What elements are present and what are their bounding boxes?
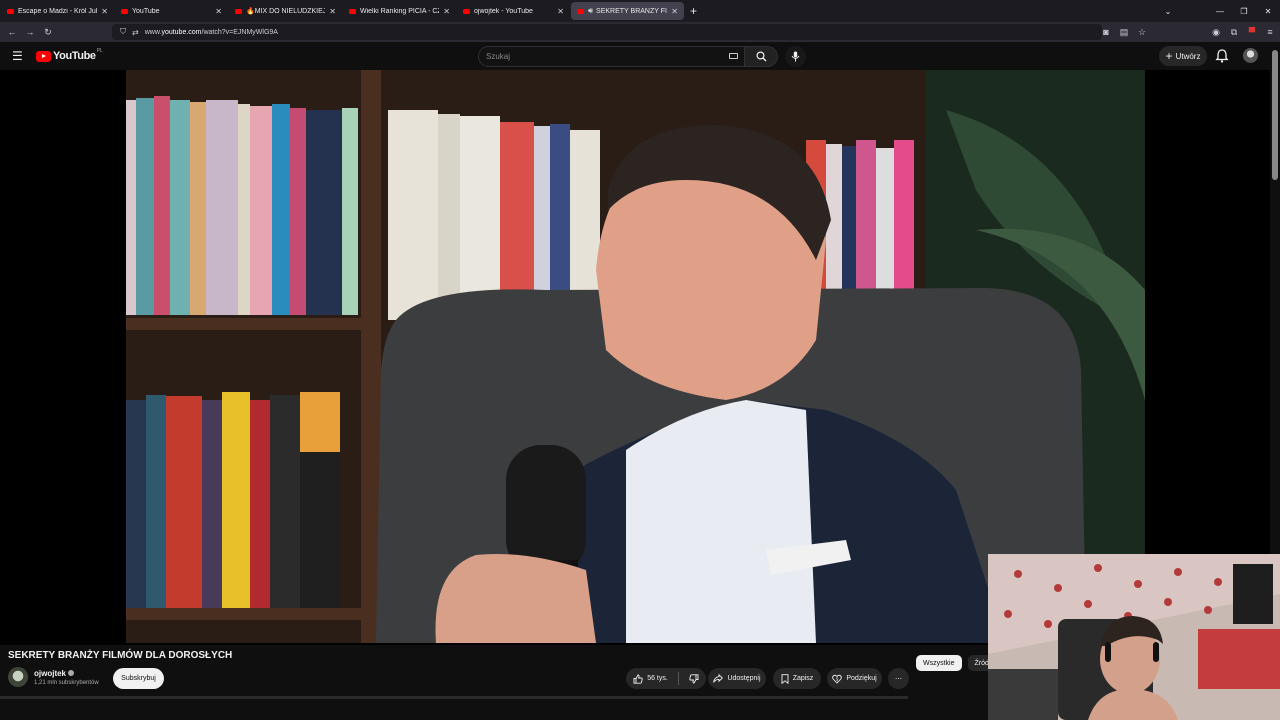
- microphone-icon: [791, 51, 800, 62]
- tab-close-icon[interactable]: ✕: [557, 7, 564, 16]
- youtube-favicon-icon: [463, 8, 470, 14]
- tab-close-icon[interactable]: ✕: [671, 7, 678, 16]
- youtube-favicon-icon: [349, 8, 356, 14]
- chip-all[interactable]: Wszystkie: [916, 655, 962, 671]
- search-box[interactable]: [478, 46, 745, 67]
- youtube-favicon-icon: [121, 8, 128, 14]
- extensions-puzzle-icon[interactable]: ⧉: [1228, 27, 1240, 38]
- tab-close-icon[interactable]: ✕: [329, 7, 336, 16]
- address-bar[interactable]: ⛉ ⇄ www.youtube.com/watch?v=EJNMyWlG9A: [112, 24, 1102, 40]
- tab-label: ojwojtek - YouTube: [474, 7, 533, 15]
- bookmark-icon: [781, 673, 789, 684]
- tab-label: YouTube: [132, 7, 160, 15]
- guide-menu-icon[interactable]: ☰: [12, 50, 23, 62]
- voice-search-button[interactable]: [785, 46, 806, 67]
- subscribe-button[interactable]: Subskrybuj: [113, 668, 164, 689]
- reload-icon[interactable]: ↻: [39, 27, 57, 38]
- create-button[interactable]: + Utwórz: [1159, 46, 1207, 66]
- page-loading-bar: [0, 696, 908, 699]
- save-button[interactable]: Zapisz: [773, 668, 821, 689]
- forward-icon[interactable]: →: [21, 27, 39, 37]
- dislike-thumb-icon[interactable]: [689, 673, 699, 684]
- shield-icon[interactable]: ⛉: [120, 27, 126, 37]
- svg-text:$: $: [836, 676, 839, 682]
- user-avatar[interactable]: [1243, 48, 1258, 63]
- profile-flag-icon[interactable]: ▀: [1246, 27, 1258, 37]
- close-window-icon[interactable]: ✕: [1256, 7, 1280, 16]
- search-button[interactable]: [745, 46, 778, 67]
- keyboard-icon[interactable]: [729, 53, 738, 59]
- tab-label: SEKRETY BRANŻY FILMÓW: [596, 7, 667, 15]
- list-all-tabs-icon[interactable]: ⌄: [1156, 7, 1180, 16]
- youtube-play-icon: [36, 50, 51, 62]
- share-arrow-icon: [713, 674, 724, 683]
- youtube-favicon-icon: [7, 8, 14, 14]
- browser-tab[interactable]: Escape o Madzi - Król Julian & I ✕: [1, 2, 114, 20]
- youtube-favicon-icon: [577, 8, 584, 14]
- new-tab-button[interactable]: +: [690, 4, 697, 18]
- browser-tab[interactable]: Wielki Ranking PICIA - CZEGO N ✕: [343, 2, 456, 20]
- browser-tab[interactable]: YouTube ✕: [115, 2, 228, 20]
- extension-icon[interactable]: ◙: [1100, 27, 1112, 37]
- window-controls: ⌄ — ❐ ✕: [1156, 0, 1280, 22]
- tab-label: Wielki Ranking PICIA - CZEGO N: [360, 7, 439, 15]
- plus-icon: +: [1165, 49, 1173, 63]
- browser-tab-active[interactable]: 🔊︎ SEKRETY BRANŻY FILMÓW ✕: [571, 2, 684, 20]
- like-thumb-icon[interactable]: [633, 674, 643, 684]
- browser-navigation-bar: ← → ↻ ⛉ ⇄ www.youtube.com/watch?v=EJNMyW…: [0, 22, 1280, 42]
- tab-label: Escape o Madzi - Król Julian & I: [18, 7, 98, 15]
- minimize-icon[interactable]: —: [1208, 7, 1232, 16]
- webcam-overlay: [988, 554, 1280, 720]
- channel-avatar[interactable]: [8, 667, 28, 687]
- channel-name[interactable]: ojwojtek: [34, 669, 75, 678]
- like-dislike-group: 56 tys.: [626, 668, 706, 689]
- verified-badge-icon: [68, 670, 75, 676]
- thanks-heart-dollar-icon: $: [832, 674, 843, 684]
- notifications-bell-icon[interactable]: [1214, 48, 1230, 64]
- speaker-icon[interactable]: 🔊︎: [588, 6, 593, 16]
- tab-close-icon[interactable]: ✕: [101, 7, 108, 16]
- like-separator: [677, 672, 679, 685]
- youtube-masthead: ☰ YouTube PL: [0, 42, 1280, 70]
- thanks-button[interactable]: $ Podziękuj: [827, 668, 882, 689]
- browser-tab-strip: Escape o Madzi - Król Julian & I ✕ YouTu…: [0, 0, 1280, 22]
- reader-view-icon[interactable]: ▤: [1118, 27, 1130, 38]
- share-button[interactable]: Udostępnij: [708, 668, 766, 689]
- permissions-icon[interactable]: ⇄: [132, 28, 139, 37]
- bookmark-star-icon[interactable]: ☆: [1136, 27, 1148, 38]
- more-horizontal-icon: ⋯: [895, 675, 902, 683]
- like-count[interactable]: 56 tys.: [647, 675, 668, 682]
- search-icon: [755, 51, 766, 62]
- toolbar-right: ◙ ▤ ☆ ◉ ⧉ ▀ ≡: [1100, 22, 1276, 42]
- tab-label: 🔥MIX DO NIELUDZKIEJ PRACY: [246, 8, 326, 15]
- url-text: www.youtube.com/watch?v=EJNMyWlG9A: [144, 28, 278, 36]
- restore-icon[interactable]: ❐: [1232, 7, 1256, 16]
- search-input[interactable]: [486, 52, 716, 61]
- browser-tab[interactable]: 🔥MIX DO NIELUDZKIEJ PRACY ✕: [229, 2, 342, 20]
- account-icon[interactable]: ◉: [1210, 27, 1222, 38]
- youtube-logo[interactable]: YouTube PL: [36, 48, 103, 62]
- back-icon[interactable]: ←: [3, 27, 21, 37]
- menu-icon[interactable]: ≡: [1264, 27, 1276, 37]
- more-actions-button[interactable]: ⋯: [888, 668, 909, 689]
- tab-close-icon[interactable]: ✕: [443, 7, 450, 16]
- browser-tab[interactable]: ojwojtek - YouTube ✕: [457, 2, 570, 20]
- scrollbar-thumb[interactable]: [1272, 50, 1278, 180]
- related-filter-chips: Wszystkie Źródł: [916, 655, 998, 671]
- subscriber-count: 1,21 mln subskrybentów: [34, 680, 99, 686]
- tab-close-icon[interactable]: ✕: [215, 7, 222, 16]
- youtube-favicon-icon: [235, 8, 242, 14]
- video-title: SEKRETY BRANŻY FILMÓW DLA DOROSŁYCH: [8, 650, 233, 661]
- webcam-image: [988, 554, 1280, 720]
